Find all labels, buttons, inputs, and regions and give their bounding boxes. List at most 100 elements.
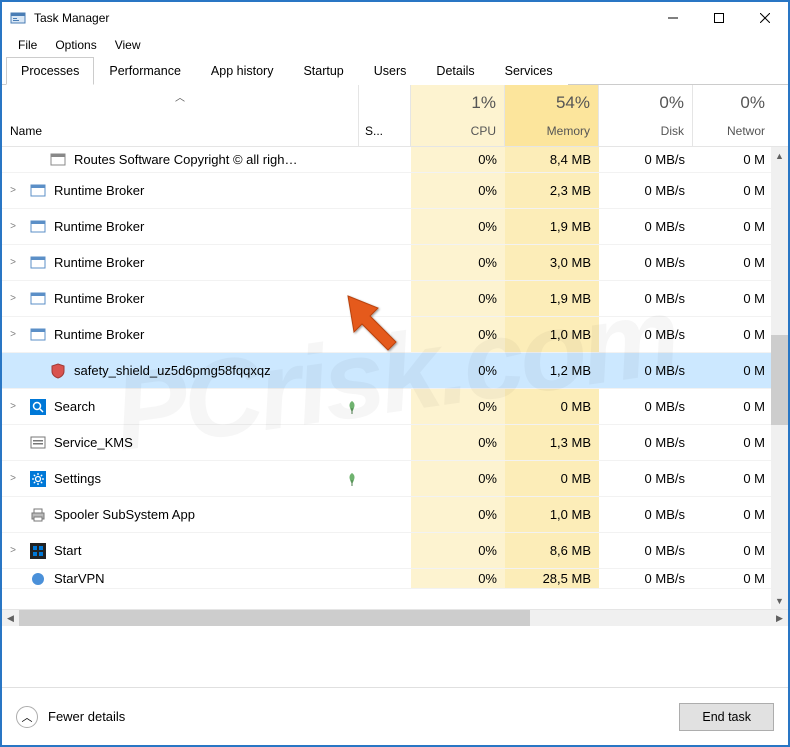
tab-app-history[interactable]: App history (196, 57, 289, 85)
cell-memory: 0 MB (505, 461, 599, 496)
scroll-up-icon[interactable]: ▲ (771, 147, 788, 164)
menu-options[interactable]: Options (47, 36, 104, 54)
process-name: Service_KMS (54, 435, 341, 450)
tab-services[interactable]: Services (490, 57, 568, 85)
minimize-button[interactable] (650, 2, 696, 34)
cell-status (359, 497, 411, 532)
process-row[interactable]: >Runtime Broker0%3,0 MB0 MB/s0 M (2, 245, 788, 281)
cell-memory: 28,5 MB (505, 569, 599, 588)
vscroll-thumb[interactable] (771, 335, 788, 425)
tab-details[interactable]: Details (421, 57, 489, 85)
expand-toggle-icon[interactable]: > (2, 221, 24, 232)
process-icon (30, 399, 46, 415)
maximize-button[interactable] (696, 2, 742, 34)
header-disk[interactable]: 0% Disk (599, 85, 693, 146)
leaf-icon (345, 472, 359, 486)
cell-status (359, 173, 411, 208)
expand-toggle-icon[interactable]: > (2, 257, 24, 268)
process-name: Routes Software Copyright © all righ… (74, 152, 341, 167)
process-name: Spooler SubSystem App (54, 507, 341, 522)
process-row[interactable]: >Settings0%0 MB0 MB/s0 M (2, 461, 788, 497)
process-row[interactable]: >Search0%0 MB0 MB/s0 M (2, 389, 788, 425)
cell-network: 0 M (693, 147, 773, 172)
horizontal-scrollbar[interactable]: ◀ ▶ (2, 609, 788, 626)
menu-file[interactable]: File (10, 36, 45, 54)
cell-disk: 0 MB/s (599, 533, 693, 568)
hscroll-track[interactable] (19, 610, 771, 626)
process-row[interactable]: Service_KMS0%1,3 MB0 MB/s0 M (2, 425, 788, 461)
cell-disk: 0 MB/s (599, 209, 693, 244)
header-network[interactable]: 0% Networ (693, 85, 773, 146)
tab-processes[interactable]: Processes (6, 57, 94, 85)
scroll-right-icon[interactable]: ▶ (771, 610, 788, 627)
leaf-icon (345, 400, 359, 414)
fewer-details-toggle[interactable]: ︿ Fewer details (16, 706, 125, 728)
expand-toggle-icon[interactable]: > (2, 329, 24, 340)
cell-disk: 0 MB/s (599, 461, 693, 496)
cell-cpu: 0% (411, 245, 505, 280)
process-row[interactable]: Routes Software Copyright © all righ…0%8… (2, 147, 788, 173)
tab-bar: ProcessesPerformanceApp historyStartupUs… (2, 56, 788, 85)
process-icon (50, 363, 66, 379)
header-disk-label: Disk (661, 124, 684, 138)
tab-startup[interactable]: Startup (288, 57, 358, 85)
expand-toggle-icon[interactable]: > (2, 545, 24, 556)
footer: ︿ Fewer details End task (2, 687, 788, 745)
process-row[interactable]: safety_shield_uz5d6pmg58fqqxqz0%1,2 MB0 … (2, 353, 788, 389)
expand-toggle-icon[interactable]: > (2, 293, 24, 304)
process-row[interactable]: >Runtime Broker0%1,0 MB0 MB/s0 M (2, 317, 788, 353)
cell-disk: 0 MB/s (599, 147, 693, 172)
cell-disk: 0 MB/s (599, 245, 693, 280)
process-row[interactable]: StarVPN0%28,5 MB0 MB/s0 M (2, 569, 788, 589)
cell-disk: 0 MB/s (599, 389, 693, 424)
cell-status (359, 317, 411, 352)
scroll-left-icon[interactable]: ◀ (2, 610, 19, 627)
header-disk-pct: 0% (659, 93, 684, 113)
process-row[interactable]: >Runtime Broker0%2,3 MB0 MB/s0 M (2, 173, 788, 209)
cell-network: 0 M (693, 173, 773, 208)
cell-network: 0 M (693, 497, 773, 532)
cell-memory: 0 MB (505, 389, 599, 424)
header-memory[interactable]: 54% Memory (505, 85, 599, 146)
cell-cpu: 0% (411, 497, 505, 532)
process-list: Routes Software Copyright © all righ…0%8… (2, 147, 788, 609)
vscroll-track[interactable] (771, 164, 788, 592)
process-name: StarVPN (54, 571, 341, 586)
header-cpu-label: CPU (471, 124, 496, 138)
cell-status (359, 461, 411, 496)
cell-network: 0 M (693, 317, 773, 352)
header-status[interactable]: S... (359, 85, 411, 146)
tab-performance[interactable]: Performance (94, 57, 196, 85)
process-row[interactable]: >Runtime Broker0%1,9 MB0 MB/s0 M (2, 281, 788, 317)
expand-toggle-icon[interactable]: > (2, 473, 24, 484)
process-icon (30, 183, 46, 199)
cell-cpu: 0% (411, 317, 505, 352)
header-name[interactable]: ︿ Name (2, 85, 359, 146)
process-row[interactable]: >Start0%8,6 MB0 MB/s0 M (2, 533, 788, 569)
end-task-button[interactable]: End task (679, 703, 774, 731)
process-name: Runtime Broker (54, 255, 341, 270)
process-name: Runtime Broker (54, 219, 341, 234)
cell-status (359, 533, 411, 568)
header-name-label: Name (10, 124, 352, 138)
tab-users[interactable]: Users (359, 57, 422, 85)
hscroll-thumb[interactable] (19, 610, 530, 626)
close-button[interactable] (742, 2, 788, 34)
menu-view[interactable]: View (107, 36, 149, 54)
header-cpu[interactable]: 1% CPU (411, 85, 505, 146)
cell-disk: 0 MB/s (599, 173, 693, 208)
cell-disk: 0 MB/s (599, 497, 693, 532)
process-icon (30, 327, 46, 343)
expand-toggle-icon[interactable]: > (2, 401, 24, 412)
cell-memory: 3,0 MB (505, 245, 599, 280)
cell-memory: 1,3 MB (505, 425, 599, 460)
process-row[interactable]: >Runtime Broker0%1,9 MB0 MB/s0 M (2, 209, 788, 245)
sort-indicator-icon: ︿ (175, 89, 185, 104)
cell-network: 0 M (693, 281, 773, 316)
expand-toggle-icon[interactable]: > (2, 185, 24, 196)
process-name: Runtime Broker (54, 291, 341, 306)
vertical-scrollbar[interactable]: ▲ ▼ (771, 147, 788, 609)
process-row[interactable]: Spooler SubSystem App0%1,0 MB0 MB/s0 M (2, 497, 788, 533)
process-icon (30, 435, 46, 451)
scroll-down-icon[interactable]: ▼ (771, 592, 788, 609)
